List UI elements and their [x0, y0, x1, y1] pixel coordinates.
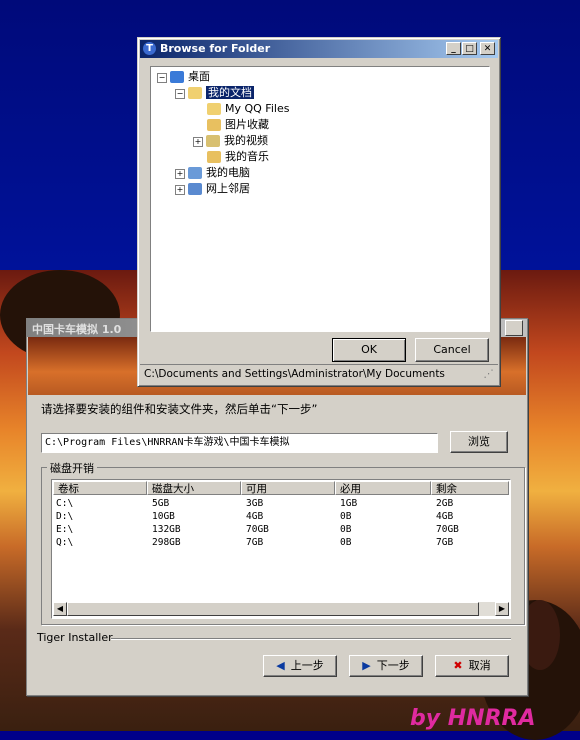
pictures-folder-icon	[207, 119, 221, 131]
tree-item-label: My QQ Files	[225, 102, 290, 115]
column-header-available[interactable]: 可用	[241, 481, 335, 495]
tree-item-label: 图片收藏	[225, 118, 269, 131]
music-folder-icon	[207, 151, 221, 163]
dialog-titlebar[interactable]: T Browse for Folder _ □ ✕	[140, 40, 498, 58]
back-label: 上一步	[290, 659, 324, 672]
maximize-button[interactable]: □	[462, 42, 477, 55]
arrow-right-icon: ▶	[362, 659, 371, 672]
tree-item-pictures[interactable]: 图片收藏	[207, 117, 269, 132]
computer-icon	[188, 167, 202, 179]
column-header-volume[interactable]: 卷标	[53, 481, 147, 495]
tree-item-label: 桌面	[188, 70, 210, 83]
horizontal-scrollbar[interactable]: ◀ ▶	[53, 602, 509, 616]
disk-space-table[interactable]: 卷标 磁盘大小 可用 必用 剩余 C:\ 5GB 3GB 1GB 2GB D:\…	[51, 479, 511, 619]
tree-item-label: 我的电脑	[206, 166, 250, 179]
tree-item-qq-files[interactable]: My QQ Files	[207, 101, 289, 116]
scroll-right-button[interactable]: ▶	[495, 602, 509, 616]
close-icon: ✖	[453, 659, 463, 672]
installer-close-button[interactable]: ✕	[505, 320, 523, 336]
collapse-toggle[interactable]: −	[157, 73, 167, 83]
cell-remaining: 7GB	[436, 537, 454, 548]
tree-item-desktop[interactable]: − 桌面	[157, 69, 210, 84]
tree-item-label: 我的文档	[206, 86, 254, 99]
cell-required: 0B	[340, 524, 352, 535]
disk-space-label: 磁盘开销	[47, 460, 97, 476]
dialog-status-bar: C:\Documents and Settings\Administrator\…	[140, 364, 498, 382]
video-folder-icon	[206, 135, 220, 147]
dialog-app-icon: T	[143, 42, 156, 55]
folder-icon	[207, 103, 221, 115]
cancel-label: 取消	[468, 659, 491, 672]
tree-item-my-documents[interactable]: − 我的文档	[175, 85, 254, 100]
cell-remaining: 70GB	[436, 524, 459, 535]
cell-available: 7GB	[246, 537, 264, 548]
cell-volume: D:\	[56, 511, 74, 522]
resize-grip-icon[interactable]: ⋰	[484, 365, 495, 383]
expand-toggle[interactable]: +	[193, 137, 203, 147]
network-icon	[188, 183, 202, 195]
cell-size: 298GB	[152, 537, 181, 548]
cell-size: 5GB	[152, 498, 170, 509]
expand-toggle[interactable]: +	[175, 185, 185, 195]
cell-size: 132GB	[152, 524, 181, 535]
folder-icon	[188, 87, 202, 99]
cell-volume: Q:\	[56, 537, 74, 548]
column-header-remaining[interactable]: 剩余	[431, 481, 509, 495]
arrow-left-icon: ◀	[276, 659, 285, 672]
back-button[interactable]: ◀ 上一步	[263, 655, 337, 677]
cell-remaining: 4GB	[436, 511, 454, 522]
browse-folder-dialog: T Browse for Folder _ □ ✕ − 桌面 − 我的文档 My Q…	[137, 37, 501, 387]
column-header-size[interactable]: 磁盘大小	[147, 481, 241, 495]
installer-prompt: 请选择要安装的组件和安装文件夹，然后单击“下一步”	[41, 402, 318, 416]
cell-required: 0B	[340, 511, 352, 522]
separator-line	[111, 638, 511, 640]
cell-available: 3GB	[246, 498, 264, 509]
tree-item-label: 我的视频	[224, 134, 268, 147]
dialog-cancel-button[interactable]: Cancel	[415, 338, 489, 362]
cell-remaining: 2GB	[436, 498, 454, 509]
browse-button[interactable]: 浏览	[450, 431, 508, 453]
tree-item-music[interactable]: 我的音乐	[207, 149, 269, 164]
cell-available: 4GB	[246, 511, 264, 522]
installer-brand-label: Tiger Installer	[37, 631, 113, 644]
cell-available: 70GB	[246, 524, 269, 535]
dialog-close-button[interactable]: ✕	[480, 42, 495, 55]
tree-item-network[interactable]: + 网上邻居	[175, 181, 250, 196]
column-header-required[interactable]: 必用	[335, 481, 431, 495]
next-label: 下一步	[376, 659, 410, 672]
tree-item-label: 我的音乐	[225, 150, 269, 163]
scroll-left-button[interactable]: ◀	[53, 602, 67, 616]
scroll-thumb[interactable]	[67, 602, 479, 616]
tree-item-videos[interactable]: + 我的视频	[193, 133, 268, 148]
tree-item-label: 网上邻居	[206, 182, 250, 195]
collapse-toggle[interactable]: −	[175, 89, 185, 99]
desktop-icon	[170, 71, 184, 83]
cell-required: 0B	[340, 537, 352, 548]
wallpaper-byline: by HNRRA	[410, 706, 536, 731]
cell-size: 10GB	[152, 511, 175, 522]
cell-volume: E:\	[56, 524, 74, 535]
expand-toggle[interactable]: +	[175, 169, 185, 179]
install-path-input[interactable]: C:\Program Files\HNRRAN卡车游戏\中国卡车模拟	[41, 433, 438, 453]
cell-required: 1GB	[340, 498, 358, 509]
cell-volume: C:\	[56, 498, 74, 509]
installer-cancel-button[interactable]: ✖ 取消	[435, 655, 509, 677]
ok-button[interactable]: OK	[332, 338, 406, 362]
folder-tree[interactable]: − 桌面 − 我的文档 My QQ Files 图片收藏 + 我的视频 我的音乐 + 我…	[150, 66, 490, 332]
installer-title: 中国卡车模拟 1.0	[32, 323, 122, 336]
selected-path-text: C:\Documents and Settings\Administrator\…	[144, 368, 445, 380]
minimize-button[interactable]: _	[446, 42, 461, 55]
tree-item-my-computer[interactable]: + 我的电脑	[175, 165, 250, 180]
dialog-title: Browse for Folder	[160, 42, 271, 55]
next-button[interactable]: ▶ 下一步	[349, 655, 423, 677]
